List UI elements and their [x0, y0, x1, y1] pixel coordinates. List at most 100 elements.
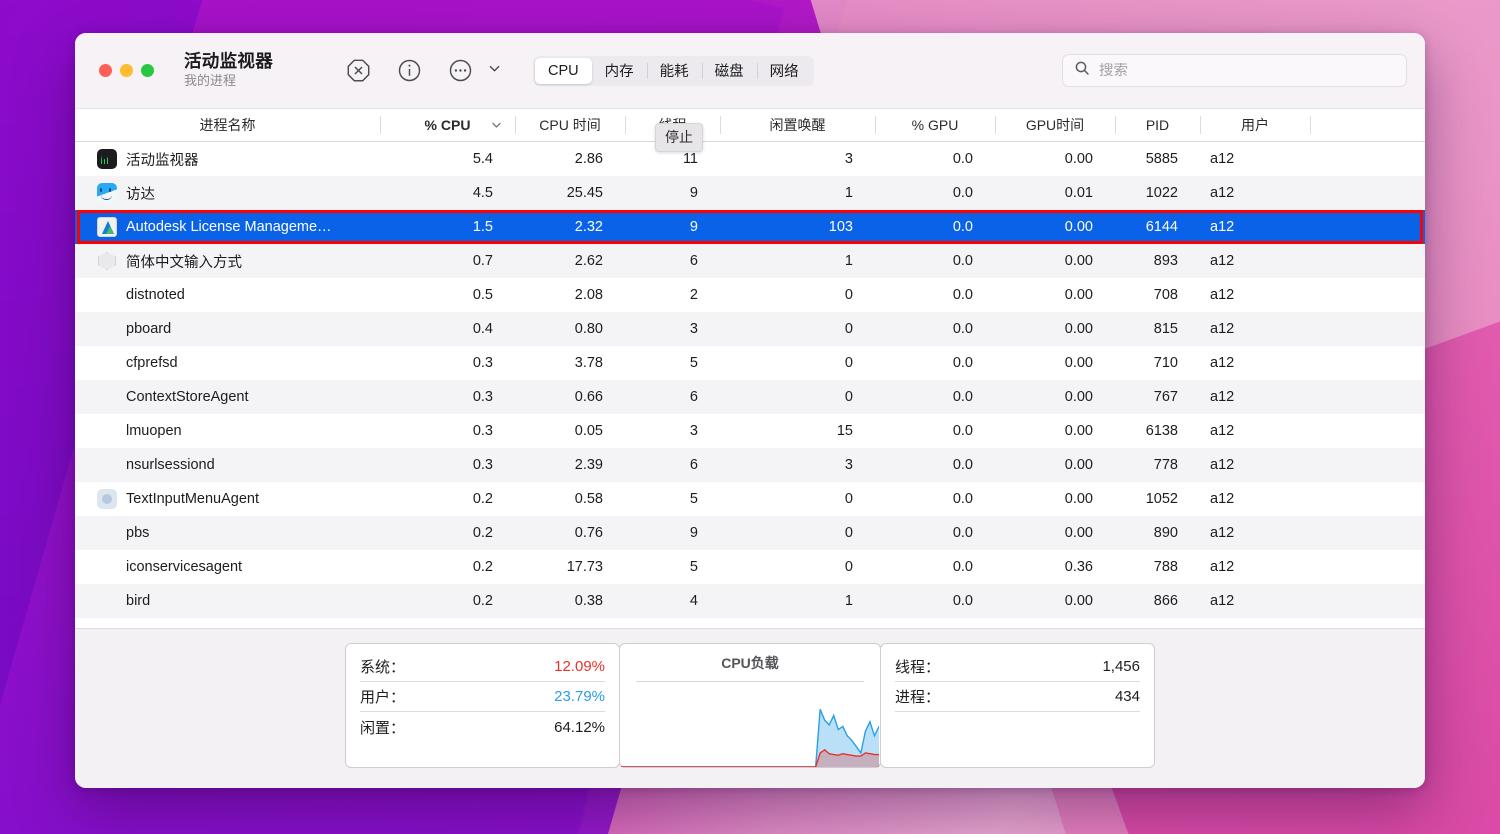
- column-header-process-name[interactable]: 进程名称: [75, 109, 380, 141]
- cell-gpu-time: 0.00: [1064, 355, 1093, 371]
- cell-cpu-percent: 0.5: [472, 287, 493, 303]
- cell-gpu-percent: 0.0: [952, 287, 973, 303]
- column-header-gpu-time[interactable]: GPU时间: [995, 109, 1115, 141]
- cpu-load-chart: [621, 689, 879, 767]
- cell-threads: 6: [689, 457, 698, 473]
- process-icon-placeholder: [97, 557, 117, 577]
- toolbar-buttons: [345, 57, 503, 84]
- column-header-gpu-percent[interactable]: % GPU: [875, 109, 995, 141]
- more-options-button[interactable]: [447, 57, 474, 84]
- cell-cpu-percent: 1.5: [472, 219, 493, 235]
- tab-disk[interactable]: 磁盘: [701, 58, 757, 84]
- cell-spacer: [1310, 482, 1425, 516]
- table-row[interactable]: TextInputMenuAgent 0.2 0.58 5 0 0.0 0.00 1052 a1…: [75, 482, 1425, 516]
- table-row[interactable]: pbs 0.2 0.76 9 0 0.0 0.00 890 a12: [75, 516, 1425, 550]
- process-table[interactable]: 活动监视器 5.4 2.86 11 3 0.0 0.00 5885 a12 访达 4.5 25.45 9…: [75, 142, 1425, 628]
- process-info-button[interactable]: [396, 57, 423, 84]
- table-row[interactable]: ContextStoreAgent 0.3 0.66 6 0 0.0 0.00 767 a12: [75, 380, 1425, 414]
- cell-gpu-percent: 0.0: [952, 559, 973, 575]
- column-header-cpu-time[interactable]: CPU 时间: [515, 109, 625, 141]
- cell-idle-wakeups: 1: [844, 185, 853, 201]
- cell-gpu-percent: 0.0: [952, 423, 973, 439]
- table-row[interactable]: 活动监视器 5.4 2.86 11 3 0.0 0.00 5885 a12: [75, 142, 1425, 176]
- search-field[interactable]: [1062, 54, 1407, 87]
- cell-gpu-time: 0.00: [1064, 151, 1093, 167]
- column-header-idle-wakeups[interactable]: 闲置唤醒: [720, 109, 875, 141]
- cell-process-name: 访达: [75, 176, 380, 210]
- cell-user: a12: [1210, 185, 1235, 201]
- cell-gpu-time: 0.00: [1064, 219, 1093, 235]
- autodesk-icon: [97, 217, 117, 237]
- tab-network[interactable]: 网络: [756, 58, 812, 84]
- table-row[interactable]: iconservicesagent 0.2 17.73 5 0 0.0 0.36 788 a12: [75, 550, 1425, 584]
- cell-spacer: [1310, 312, 1425, 346]
- column-label: % CPU: [424, 117, 471, 133]
- process-icon-placeholder: [97, 591, 117, 611]
- cell-threads: 6: [689, 253, 698, 269]
- table-row[interactable]: nsurlsessiond 0.3 2.39 6 3 0.0 0.00 778 a12: [75, 448, 1425, 482]
- cell-gpu-time: 0.00: [1064, 525, 1093, 541]
- process-name-label: bird: [126, 593, 151, 609]
- stop-process-button[interactable]: [345, 57, 372, 84]
- process-icon-placeholder: [97, 523, 117, 543]
- cell-spacer: [1310, 346, 1425, 380]
- table-row[interactable]: bird 0.2 0.38 4 1 0.0 0.00 866 a12: [75, 584, 1425, 618]
- cell-pid: 5885: [1145, 151, 1178, 167]
- stat-system-label: 系统：: [360, 659, 406, 676]
- column-header-cpu-percent[interactable]: % CPU: [380, 109, 515, 141]
- cell-pid: 1022: [1145, 185, 1178, 201]
- cell-cpu-percent: 5.4: [472, 151, 493, 167]
- table-row[interactable]: 访达 4.5 25.45 9 1 0.0 0.01 1022 a12: [75, 176, 1425, 210]
- zoom-button[interactable]: [141, 64, 154, 77]
- table-row[interactable]: lmuopen 0.3 0.05 3 15 0.0 0.00 6138 a12: [75, 414, 1425, 448]
- tab-memory[interactable]: 内存: [592, 58, 647, 84]
- chevron-down-icon: [490, 119, 503, 132]
- table-row[interactable]: distnoted 0.5 2.08 2 0 0.0 0.00 708 a12: [75, 278, 1425, 312]
- info-circle-icon: [397, 58, 422, 83]
- traffic-lights: [99, 64, 154, 77]
- process-name-label: 简体中文输入方式: [126, 254, 242, 271]
- cell-process-name: nsurlsessiond: [75, 448, 380, 482]
- minimize-button[interactable]: [120, 64, 133, 77]
- tab-energy[interactable]: 能耗: [646, 58, 702, 84]
- cell-threads: 9: [689, 219, 698, 235]
- close-button[interactable]: [99, 64, 112, 77]
- shield-icon: [97, 251, 117, 271]
- process-icon-placeholder: [97, 319, 117, 339]
- tab-cpu[interactable]: CPU: [535, 57, 592, 84]
- more-options-chevron[interactable]: [485, 62, 503, 80]
- cell-spacer: [1310, 550, 1425, 584]
- tab-network-label: 网络: [769, 64, 799, 80]
- table-row[interactable]: 简体中文输入方式 0.7 2.62 6 1 0.0 0.00 893 a12: [75, 244, 1425, 278]
- process-name-label: TextInputMenuAgent: [126, 491, 260, 507]
- cell-threads: 5: [689, 355, 698, 371]
- column-header-user[interactable]: 用户: [1200, 109, 1310, 141]
- cell-threads: 5: [689, 559, 698, 575]
- stat-idle-value: 64.12%: [554, 718, 605, 736]
- process-name-label: iconservicesagent: [126, 559, 243, 575]
- cell-idle-wakeups: 0: [844, 389, 853, 405]
- cell-cpu-percent: 0.3: [472, 389, 493, 405]
- process-name-label: Autodesk License Manageme…: [126, 219, 332, 235]
- table-row[interactable]: cfprefsd 0.3 3.78 5 0 0.0 0.00 710 a12: [75, 346, 1425, 380]
- stat-threads: 线程： 1,456: [895, 652, 1140, 682]
- stop-tooltip: 停止: [655, 123, 703, 152]
- cell-process-name: TextInputMenuAgent: [75, 482, 380, 516]
- table-row[interactable]: pboard 0.4 0.80 3 0 0.0 0.00 815 a12: [75, 312, 1425, 346]
- cell-user: a12: [1210, 457, 1235, 473]
- cell-pid: 778: [1153, 457, 1178, 473]
- cell-process-name: ContextStoreAgent: [75, 380, 380, 414]
- column-label: GPU时间: [1025, 117, 1085, 133]
- table-row[interactable]: Autodesk License Manageme… 1.5 2.32 9 103 0.0…: [75, 210, 1425, 244]
- column-label: CPU 时间: [539, 117, 601, 133]
- cell-gpu-percent: 0.0: [952, 321, 973, 337]
- search-input[interactable]: [1099, 62, 1395, 79]
- cell-cpu-percent: 0.2: [472, 491, 493, 507]
- cell-gpu-time: 0.00: [1064, 253, 1093, 269]
- column-header-pid[interactable]: PID: [1115, 109, 1200, 141]
- process-name-label: lmuopen: [126, 423, 182, 439]
- cell-spacer: [1310, 142, 1425, 176]
- desktop-background: 活动监视器 我的进程 CPU 内存 能耗 磁盘 网络 搜索 进程名称 % CPU…: [0, 0, 1500, 834]
- cell-process-name: 活动监视器: [75, 142, 380, 176]
- column-header-spacer: [1310, 109, 1425, 141]
